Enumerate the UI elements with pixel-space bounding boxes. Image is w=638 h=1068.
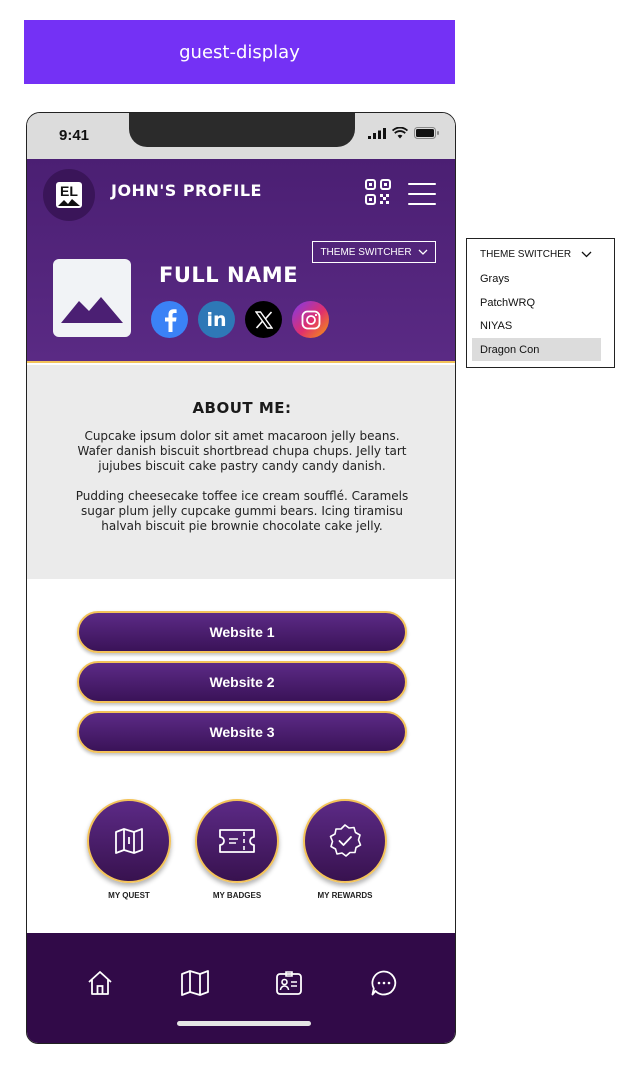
website-3-button[interactable]: Website 3 — [77, 711, 407, 753]
theme-option-grays[interactable]: Grays — [472, 267, 601, 290]
my-rewards-label: MY REWARDS — [317, 891, 373, 900]
website-2-button[interactable]: Website 2 — [77, 661, 407, 703]
home-indicator — [177, 1021, 311, 1026]
logo-badge: EL — [56, 182, 82, 208]
image-placeholder-icon — [61, 297, 123, 323]
website-1-button[interactable]: Website 1 — [77, 611, 407, 653]
guest-display-banner: guest-display — [24, 20, 455, 84]
profile-header: EL JOHN'S PROFILE THEME SWITCHER FULL NA… — [27, 159, 455, 363]
website-links: Website 1 Website 2 Website 3 — [77, 611, 407, 761]
banner-label: guest-display — [179, 41, 300, 63]
my-badges-item: MY BADGES — [195, 799, 279, 900]
hamburger-menu-icon[interactable] — [408, 183, 436, 205]
theme-switcher-label: THEME SWITCHER — [320, 246, 412, 258]
about-title: ABOUT ME: — [192, 399, 292, 417]
my-quest-label: MY QUEST — [108, 891, 150, 900]
logo-mountain-icon — [58, 199, 80, 206]
chevron-down-icon — [418, 249, 428, 255]
my-badges-label: MY BADGES — [212, 891, 262, 900]
linkedin-icon[interactable]: in — [198, 301, 235, 338]
ticket-icon — [219, 829, 255, 853]
profile-avatar[interactable] — [53, 259, 131, 337]
theme-option-dragon-con[interactable]: Dragon Con — [472, 338, 601, 361]
chevron-down-icon — [581, 251, 592, 258]
badge-check-icon — [329, 824, 362, 857]
my-rewards-item: MY REWARDS — [303, 799, 387, 900]
app-logo[interactable]: EL — [43, 169, 95, 221]
my-rewards-button[interactable] — [303, 799, 387, 883]
map-icon — [115, 828, 143, 854]
home-icon[interactable] — [84, 967, 116, 999]
about-paragraph-2: Pudding cheesecake toffee ice cream souf… — [75, 489, 409, 533]
my-badges-button[interactable] — [195, 799, 279, 883]
status-bar: 9:41 — [27, 113, 455, 159]
theme-switcher-button[interactable]: THEME SWITCHER — [312, 241, 436, 263]
facebook-icon[interactable] — [151, 301, 188, 338]
dropdown-header[interactable]: THEME SWITCHER — [480, 249, 592, 260]
wifi-icon — [392, 127, 408, 139]
my-quest-item: MY QUEST — [87, 799, 171, 900]
logo-text: EL — [60, 183, 78, 199]
system-icons — [368, 127, 439, 139]
theme-option-niyas[interactable]: NIYAS — [472, 314, 601, 337]
dropdown-label: THEME SWITCHER — [480, 249, 572, 260]
chat-icon[interactable] — [368, 967, 400, 999]
social-links: in — [151, 301, 329, 338]
theme-switcher-dropdown: THEME SWITCHER Grays PatchWRQ NIYAS Drag… — [466, 238, 615, 368]
bottom-nav — [27, 933, 455, 1043]
about-section: ABOUT ME: Cupcake ipsum dolor sit amet m… — [27, 365, 455, 579]
instagram-icon[interactable] — [292, 301, 329, 338]
phone-notch — [129, 113, 355, 147]
map-icon[interactable] — [179, 967, 211, 999]
battery-icon — [414, 127, 439, 139]
qr-code-icon[interactable] — [365, 179, 391, 205]
phone-frame: 9:41 EL JOHN'S PROFILE THEME SWITCHER FU… — [26, 112, 456, 1044]
about-paragraph-1: Cupcake ipsum dolor sit amet macaroon je… — [77, 429, 407, 473]
feature-buttons: MY QUEST MY BADGES MY REWARDS — [87, 799, 387, 900]
signal-icon — [368, 127, 386, 139]
id-card-icon[interactable] — [273, 967, 305, 999]
my-quest-button[interactable] — [87, 799, 171, 883]
full-name: FULL NAME — [159, 263, 299, 287]
x-icon[interactable] — [245, 301, 282, 338]
bottom-nav-icons — [27, 967, 455, 999]
theme-option-patchwrq[interactable]: PatchWRQ — [472, 291, 601, 314]
status-time: 9:41 — [59, 127, 90, 144]
profile-title: JOHN'S PROFILE — [111, 181, 262, 200]
